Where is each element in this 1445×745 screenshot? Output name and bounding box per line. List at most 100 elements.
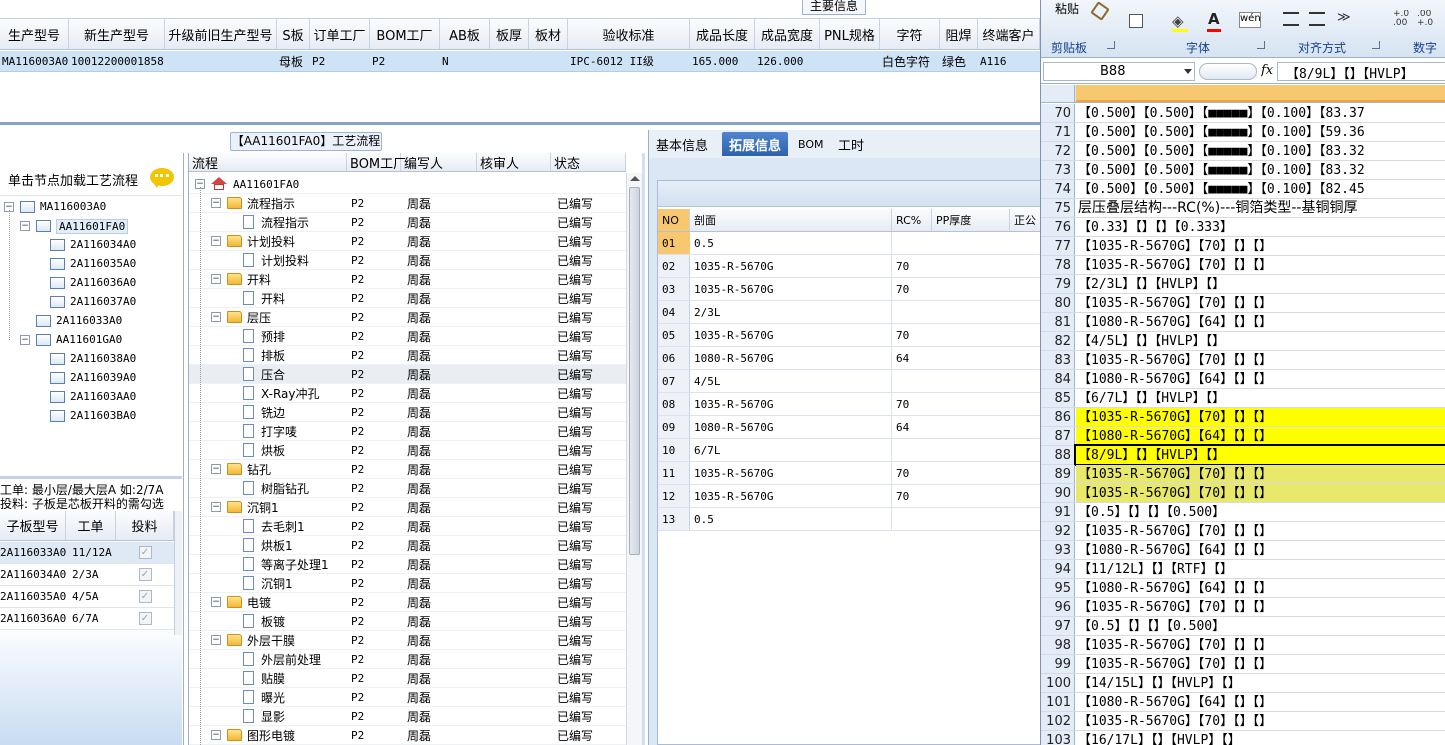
- flow-col-header[interactable]: 编写人: [401, 153, 477, 171]
- sheet-row[interactable]: 72 【0.500】【0.500】【■■■■■】【0.100】【83.32: [1041, 142, 1445, 161]
- tree-node[interactable]: − AA11601GA0: [0, 331, 182, 350]
- top-col-header[interactable]: 板材: [529, 19, 568, 49]
- sheet-row[interactable]: 92 【1035-R-5670G】【70】【】【】: [1041, 522, 1445, 541]
- sub-col-header[interactable]: 投料: [116, 511, 174, 540]
- cell-text[interactable]: 【0.33】【】【】【0.333】: [1076, 218, 1445, 236]
- cell-text[interactable]: 【1080-R-5670G】【64】【】【】: [1076, 541, 1445, 559]
- row-number[interactable]: 79: [1041, 275, 1075, 293]
- flow-row[interactable]: − 层压 P2 周磊 已编写: [189, 308, 626, 327]
- top-col-header[interactable]: 新生产型号: [69, 19, 165, 49]
- section-row[interactable]: 03 1035-R-5670G 70: [658, 278, 1041, 301]
- row-number[interactable]: 78: [1041, 256, 1075, 274]
- row-number[interactable]: 71: [1041, 123, 1075, 141]
- flow-row[interactable]: − 外层干膜 P2 周磊 已编写: [189, 631, 626, 650]
- feed-checkbox[interactable]: ✓: [138, 590, 152, 603]
- flow-row[interactable]: 预排 P2 周磊 已编写: [189, 327, 626, 346]
- detail-tab[interactable]: 拓展信息: [722, 132, 789, 156]
- flow-collapse-toggle[interactable]: −: [211, 464, 221, 474]
- sheet-row[interactable]: 86 【1035-R-5670G】【70】【】【】: [1041, 408, 1445, 427]
- sheet-row[interactable]: 75 层压叠层结构---RC(%)---铜箔类型--基铜铜厚: [1041, 199, 1445, 218]
- sheet-row[interactable]: 89 【1035-R-5670G】【70】【】【】: [1041, 465, 1445, 484]
- row-number[interactable]: 85: [1041, 389, 1075, 407]
- sheet-row[interactable]: 101 【1080-R-5670G】【64】【】【】: [1041, 693, 1445, 712]
- sheet-row[interactable]: 88 【8/9L】【】【HVLP】【】: [1041, 444, 1445, 466]
- flow-row[interactable]: − 电镀 P2 周磊 已编写: [189, 593, 626, 612]
- sheet-row[interactable]: 81 【1080-R-5670G】【64】【】【】: [1041, 313, 1445, 332]
- sheet-row[interactable]: 83 【1035-R-5670G】【70】【】【】: [1041, 351, 1445, 370]
- sheet-row[interactable]: 71 【0.500】【0.500】【■■■■■】【0.100】【59.36: [1041, 123, 1445, 142]
- top-col-header[interactable]: 阻焊: [940, 19, 978, 49]
- sheet-row[interactable]: 79 【2/3L】【】【HVLP】【】: [1041, 275, 1445, 294]
- name-box-dropdown-icon[interactable]: [1184, 69, 1192, 74]
- flow-collapse-toggle[interactable]: −: [211, 597, 221, 607]
- top-col-header[interactable]: PNL规格: [820, 19, 880, 49]
- paste-label[interactable]: 粘贴: [1055, 0, 1079, 17]
- flow-row[interactable]: − 流程指示 P2 周磊 已编写: [189, 194, 626, 213]
- tree-node[interactable]: 2A116036A0: [0, 274, 182, 293]
- section-col-header[interactable]: 剖面: [690, 209, 892, 231]
- top-col-header[interactable]: 字符: [880, 19, 940, 49]
- section-col-header[interactable]: PP厚度: [932, 209, 1010, 231]
- row-number[interactable]: 70: [1041, 104, 1075, 122]
- flow-row[interactable]: − 沉铜1 P2 周磊 已编写: [189, 498, 626, 517]
- sheet-row[interactable]: 77 【1035-R-5670G】【70】【】【】: [1041, 237, 1445, 256]
- cell-text[interactable]: 【6/7L】【】【HVLP】【】: [1076, 389, 1445, 407]
- flow-collapse-toggle[interactable]: −: [211, 502, 221, 512]
- top-grid-row[interactable]: MA116003A0 10012200001858 母板 P2 P2 N IPC-6012 …: [0, 51, 1040, 72]
- flow-row[interactable]: 板镀 P2 周磊 已编写: [189, 612, 626, 631]
- flow-col-header[interactable]: 流程: [189, 153, 347, 171]
- cell-text[interactable]: 【1035-R-5670G】【70】【】【】: [1076, 712, 1445, 730]
- sheet-row[interactable]: 73 【0.500】【0.500】【■■■■■】【0.100】【83.32: [1041, 161, 1445, 180]
- sheet-row[interactable]: 76 【0.33】【】【】【0.333】: [1041, 218, 1445, 237]
- row-number[interactable]: 103: [1041, 731, 1075, 745]
- flow-splitter[interactable]: [642, 153, 645, 745]
- tree-node[interactable]: 2A116038A0: [0, 350, 182, 369]
- fill-color-icon[interactable]: ◈: [1172, 12, 1184, 30]
- tree-node[interactable]: 2A116035A0: [0, 255, 182, 274]
- flow-row[interactable]: 外层前处理 P2 周磊 已编写: [189, 650, 626, 669]
- fx-icon[interactable]: fx: [1261, 63, 1273, 78]
- flow-row[interactable]: 显影 P2 周磊 已编写: [189, 707, 626, 726]
- flow-row[interactable]: X-Ray冲孔 P2 周磊 已编写: [189, 384, 626, 403]
- feed-checkbox[interactable]: ✓: [138, 612, 152, 625]
- row-number[interactable]: 88: [1041, 446, 1075, 464]
- row-number[interactable]: 73: [1041, 161, 1075, 179]
- orientation-icon[interactable]: ≫: [1337, 10, 1351, 25]
- row-number[interactable]: 84: [1041, 370, 1075, 388]
- row-number[interactable]: 80: [1041, 294, 1075, 312]
- flow-row[interactable]: 树脂钻孔 P2 周磊 已编写: [189, 479, 626, 498]
- row-number[interactable]: 74: [1041, 180, 1075, 198]
- cell-text[interactable]: 【0.5】【】【】【0.500】: [1076, 617, 1445, 635]
- section-row[interactable]: 04 2/3L: [658, 301, 1041, 324]
- left-splitter[interactable]: [0, 476, 182, 479]
- section-row[interactable]: 01 0.5: [658, 232, 1041, 255]
- row-number[interactable]: 75: [1041, 199, 1075, 217]
- flow-row[interactable]: 铣边 P2 周磊 已编写: [189, 403, 626, 422]
- feed-checkbox[interactable]: ✓: [138, 568, 152, 581]
- sub-col-header[interactable]: 工单: [66, 511, 116, 540]
- row-number[interactable]: 89: [1041, 465, 1075, 483]
- flow-collapse-toggle[interactable]: −: [211, 730, 221, 740]
- cell-text[interactable]: 【1080-R-5670G】【64】【】【】: [1076, 693, 1445, 711]
- row-number[interactable]: 90: [1041, 484, 1075, 502]
- flow-row[interactable]: 计划投料 P2 周磊 已编写: [189, 251, 626, 270]
- sheet-row[interactable]: 99 【1035-R-5670G】【70】【】【】: [1041, 655, 1445, 674]
- summary-tab[interactable]: 主要信息: [802, 0, 866, 15]
- cell-text[interactable]: 【1035-R-5670G】【70】【】【】: [1076, 408, 1445, 426]
- cell-text[interactable]: 【11/12L】【】【RTF】【】: [1076, 560, 1445, 578]
- flow-row[interactable]: 沉铜1 P2 周磊 已编写: [189, 574, 626, 593]
- cell-text[interactable]: 层压叠层结构---RC(%)---铜箔类型--基铜铜厚: [1076, 199, 1445, 217]
- select-all-corner[interactable]: [1041, 85, 1075, 102]
- sub-board-row[interactable]: 2A116035A0 4/5A ✓: [0, 586, 174, 608]
- top-col-header[interactable]: 成品宽度: [755, 19, 820, 49]
- top-col-header[interactable]: S板: [277, 19, 310, 49]
- row-number[interactable]: 101: [1041, 693, 1075, 711]
- sheet-row[interactable]: 103 【16/17L】【】【HVLP】【】: [1041, 731, 1445, 745]
- flow-row[interactable]: − 计划投料 P2 周磊 已编写: [189, 232, 626, 251]
- section-col-header[interactable]: 正公: [1010, 209, 1041, 231]
- cell-text[interactable]: 【1035-R-5670G】【70】【】【】: [1076, 655, 1445, 673]
- cell-text[interactable]: 【1080-R-5670G】【64】【】【】: [1076, 579, 1445, 597]
- tree-collapse-toggle[interactable]: −: [20, 335, 30, 345]
- cell-text[interactable]: 【1035-R-5670G】【70】【】【】: [1076, 484, 1445, 502]
- sheet-row[interactable]: 94 【11/12L】【】【RTF】【】: [1041, 560, 1445, 579]
